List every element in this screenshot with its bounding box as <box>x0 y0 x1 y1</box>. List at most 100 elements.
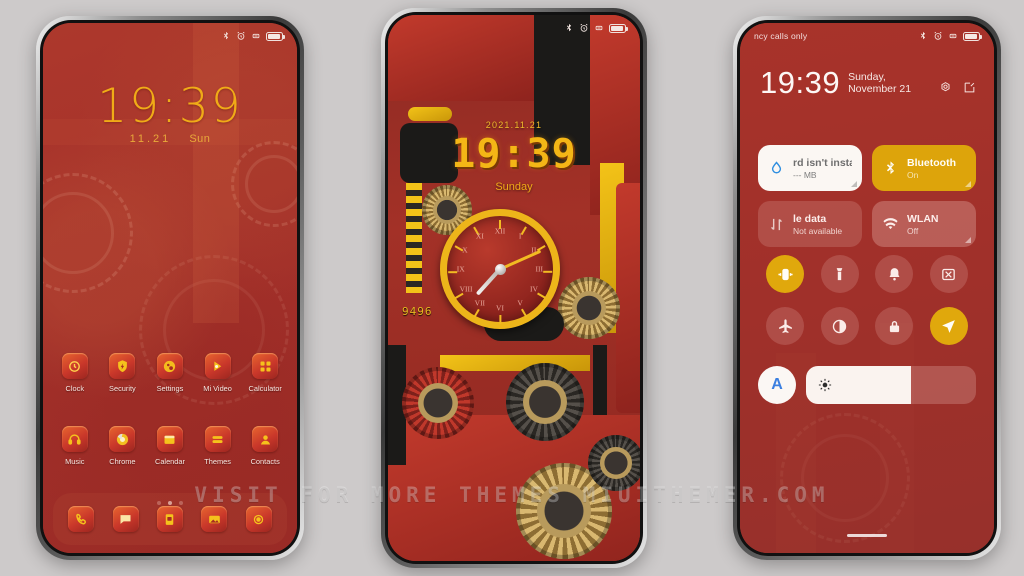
home-weekday: Sun <box>189 133 211 145</box>
tile-text: rd isn't installe --- MB <box>793 157 852 180</box>
app-themes[interactable]: Themes <box>194 426 242 466</box>
toggle-silent[interactable] <box>875 255 914 293</box>
app-mi-video[interactable]: Mi Video <box>194 353 242 393</box>
tile-sim-card[interactable]: rd isn't installe --- MB <box>758 145 862 191</box>
calculator-icon <box>252 353 279 379</box>
wallpaper-block <box>616 183 640 413</box>
tile-title: rd isn't installe <box>793 156 852 169</box>
roman-numeral: I <box>518 231 522 241</box>
roman-numeral: VI <box>496 303 504 313</box>
bell-icon <box>889 267 900 280</box>
bluetooth-icon <box>566 23 572 32</box>
shade-drag-handle[interactable] <box>847 534 887 537</box>
tile-text: Bluetooth On <box>907 157 956 180</box>
vibrate-icon <box>949 33 957 39</box>
toggle-airplane[interactable] <box>766 307 805 345</box>
home-clock: 19:39 <box>97 79 243 134</box>
phone2-screen: 2021.11.21 19:39 Sunday XII XI X IX VIII… <box>388 15 640 561</box>
quick-settings-tiles: rd isn't installe --- MB Bluetooth On le… <box>758 145 976 247</box>
play-icon <box>204 353 231 379</box>
message-icon[interactable] <box>112 506 139 532</box>
clock-icon <box>61 353 88 379</box>
location-icon <box>942 319 956 333</box>
calendar-icon <box>156 426 183 452</box>
tile-subtitle: --- MB <box>793 169 817 180</box>
phone-home-screen: 19:39 11.21 Sun Clock Security Settings … <box>36 16 304 560</box>
alarm-icon <box>934 31 942 40</box>
phone1-screen: 19:39 11.21 Sun Clock Security Settings … <box>43 23 297 553</box>
tile-title: Bluetooth <box>907 156 956 169</box>
wallpaper-number: 9496 <box>402 305 433 318</box>
app-chrome[interactable]: Chrome <box>99 426 147 466</box>
wallpaper-band <box>193 23 239 323</box>
camera-icon[interactable] <box>245 506 272 532</box>
tile-text: le data Not available <box>793 213 842 236</box>
brightness-slider[interactable] <box>806 366 976 404</box>
toggle-flashlight[interactable] <box>820 255 859 293</box>
lock-time: 19:39 <box>451 131 577 177</box>
gallery-icon[interactable] <box>201 506 228 532</box>
shade-header-icons <box>939 81 976 98</box>
tile-subtitle: On <box>907 169 919 180</box>
phone3-status-bar: ncy calls only <box>740 23 994 49</box>
wallpaper-gear <box>402 367 474 439</box>
roman-numeral: VII <box>474 298 486 308</box>
tile-expand-corner[interactable] <box>965 181 971 187</box>
vibrate-icon <box>595 25 603 31</box>
tile-text: WLAN Off <box>907 213 939 236</box>
clock-hub <box>494 263 506 275</box>
status-icons <box>221 31 285 41</box>
app-settings[interactable]: Settings <box>146 353 194 393</box>
headphones-icon <box>61 426 88 452</box>
roman-numeral: IX <box>456 264 465 274</box>
shield-icon <box>109 353 136 379</box>
tile-bluetooth[interactable]: Bluetooth On <box>872 145 976 191</box>
home-date: 11.21 Sun <box>43 133 297 145</box>
tile-expand-corner[interactable] <box>851 181 857 187</box>
shade-clock: 19:39 <box>760 65 841 100</box>
lock-weekday: Sunday <box>495 181 533 193</box>
wallpaper-gear <box>43 173 133 293</box>
chrome-icon <box>109 426 136 452</box>
airplane-icon <box>778 318 792 333</box>
tile-mobile-data[interactable]: le data Not available <box>758 201 862 247</box>
app-contacts[interactable]: Contacts <box>241 426 289 466</box>
toggle-grid <box>758 255 976 345</box>
app-security[interactable]: Security <box>99 353 147 393</box>
home-dock <box>53 493 287 545</box>
app-label: Calculator <box>248 384 282 393</box>
roman-numeral: III <box>535 264 543 274</box>
phone-icon[interactable] <box>68 506 95 532</box>
toggle-screenshot[interactable] <box>929 255 968 293</box>
app-music[interactable]: Music <box>51 426 99 466</box>
tile-subtitle: Off <box>907 225 919 236</box>
edit-icon[interactable] <box>963 81 976 94</box>
app-label: Clock <box>65 384 85 393</box>
app-calculator[interactable]: Calculator <box>241 353 289 393</box>
bluetooth-icon <box>886 160 895 174</box>
toggle-dark-mode[interactable] <box>820 307 859 345</box>
app-label: Mi Video <box>203 384 232 393</box>
sun-icon <box>818 378 832 392</box>
tile-expand-corner[interactable] <box>965 237 971 243</box>
toggle-location[interactable] <box>929 307 968 345</box>
toggle-lock[interactable] <box>875 307 914 345</box>
roman-numeral: X <box>462 245 468 255</box>
app-label: Chrome <box>109 457 136 466</box>
lock-icon <box>889 320 899 332</box>
toggle-vibrate[interactable] <box>766 255 805 293</box>
settings-icon <box>156 353 183 379</box>
battery-icon <box>609 23 628 33</box>
auto-brightness-button[interactable]: A <box>758 366 796 404</box>
phone1-status-bar <box>43 23 297 49</box>
contrast-icon <box>833 319 847 333</box>
tile-title: WLAN <box>907 212 939 225</box>
tile-wlan[interactable]: WLAN Off <box>872 201 976 247</box>
app-clock[interactable]: Clock <box>51 353 99 393</box>
notes-icon[interactable] <box>156 506 183 532</box>
app-label: Calendar <box>154 457 185 466</box>
settings-gear-icon[interactable] <box>939 81 952 94</box>
analog-clock: XII XI X IX VIII VII VI V IV III II I <box>440 209 560 329</box>
app-calendar[interactable]: Calendar <box>146 426 194 466</box>
contact-icon <box>252 426 279 452</box>
